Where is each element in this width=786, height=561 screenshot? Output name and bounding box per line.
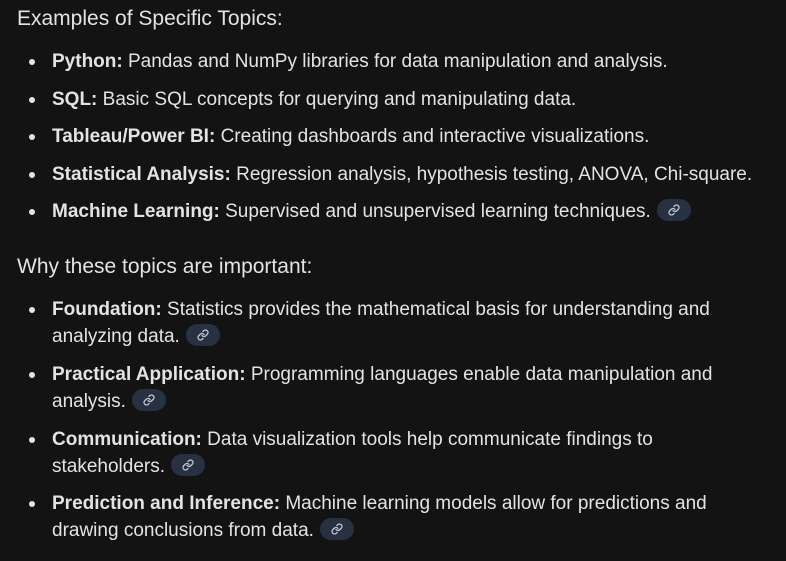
bullet: [29, 59, 35, 65]
bullet: [29, 209, 35, 215]
response-content: Examples of Specific Topics: Python: Pan…: [0, 0, 786, 561]
item-text: Basic SQL concepts for querying and mani…: [97, 89, 577, 110]
item-label: Statistical Analysis:: [52, 164, 231, 185]
item-label: Prediction and Inference:: [52, 493, 281, 514]
item-label: Tableau/Power BI:: [52, 126, 216, 147]
item-line-2: drawing conclusions from data.: [52, 517, 707, 544]
bullet: [29, 307, 35, 313]
citation-chip[interactable]: [131, 388, 166, 411]
link-icon: [668, 204, 680, 216]
list-item-statistical-analysis: Statistical Analysis: Regression analysi…: [29, 161, 753, 188]
item-text: Data visualization tools help communicat…: [201, 429, 653, 450]
item-label: Python:: [52, 51, 123, 72]
bullet: [29, 134, 35, 140]
item-line-1: Prediction and Inference: Machine learni…: [52, 490, 707, 517]
section-heading-examples: Examples of Specific Topics:: [17, 7, 283, 30]
citation-chip[interactable]: [185, 323, 220, 346]
item-line-2: analysis.: [52, 388, 712, 415]
item-text: Pandas and NumPy libraries for data mani…: [122, 51, 668, 72]
list-item-practical-application: Practical Application: Programming langu…: [29, 361, 712, 415]
list-item-communication: Communication: Data visualization tools …: [29, 426, 653, 480]
item-line-1: Foundation: Statistics provides the math…: [52, 296, 710, 323]
item-line-2: analyzing data.: [52, 323, 710, 350]
item-text-continued: stakeholders.: [52, 456, 166, 477]
item-label: SQL:: [52, 89, 98, 110]
list-item-tableau: Tableau/Power BI: Creating dashboards an…: [29, 123, 650, 150]
list-item-foundation: Foundation: Statistics provides the math…: [29, 296, 710, 350]
item-text: Statistics provides the mathematical bas…: [161, 299, 710, 320]
bullet: [29, 501, 35, 507]
item-text: Creating dashboards and interactive visu…: [215, 126, 650, 147]
bullet: [29, 172, 35, 178]
item-text-continued: analyzing data.: [52, 326, 180, 347]
citation-chip[interactable]: [171, 453, 206, 476]
item-text: Supervised and unsupervised learning tec…: [219, 201, 651, 222]
link-icon: [143, 394, 155, 406]
item-label: Foundation:: [52, 299, 162, 320]
list-item-prediction-inference: Prediction and Inference: Machine learni…: [29, 490, 707, 544]
item-line-1: Practical Application: Programming langu…: [52, 361, 712, 388]
bullet: [29, 97, 35, 103]
link-icon: [197, 329, 209, 341]
item-text: Programming languages enable data manipu…: [245, 364, 713, 385]
bullet: [29, 437, 35, 443]
item-text-continued: drawing conclusions from data.: [52, 520, 314, 541]
item-label: Communication:: [52, 429, 202, 450]
item-line-2: stakeholders.: [52, 453, 653, 480]
link-icon: [331, 523, 343, 535]
item-line-1: Communication: Data visualization tools …: [52, 426, 653, 453]
item-text-continued: analysis.: [52, 391, 126, 412]
item-text: Regression analysis, hypothesis testing,…: [230, 164, 753, 185]
citation-chip[interactable]: [656, 198, 691, 221]
item-label: Practical Application:: [52, 364, 246, 385]
list-item-sql: SQL: Basic SQL concepts for querying and…: [29, 86, 577, 113]
item-text: Machine learning models allow for predic…: [280, 493, 707, 514]
link-icon: [182, 459, 194, 471]
section-heading-importance: Why these topics are important:: [17, 255, 313, 278]
list-item-python: Python: Pandas and NumPy libraries for d…: [29, 48, 668, 75]
item-label: Machine Learning:: [52, 201, 220, 222]
citation-chip[interactable]: [319, 517, 354, 540]
list-item-machine-learning: Machine Learning: Supervised and unsuper…: [29, 198, 691, 225]
bullet: [29, 372, 35, 378]
